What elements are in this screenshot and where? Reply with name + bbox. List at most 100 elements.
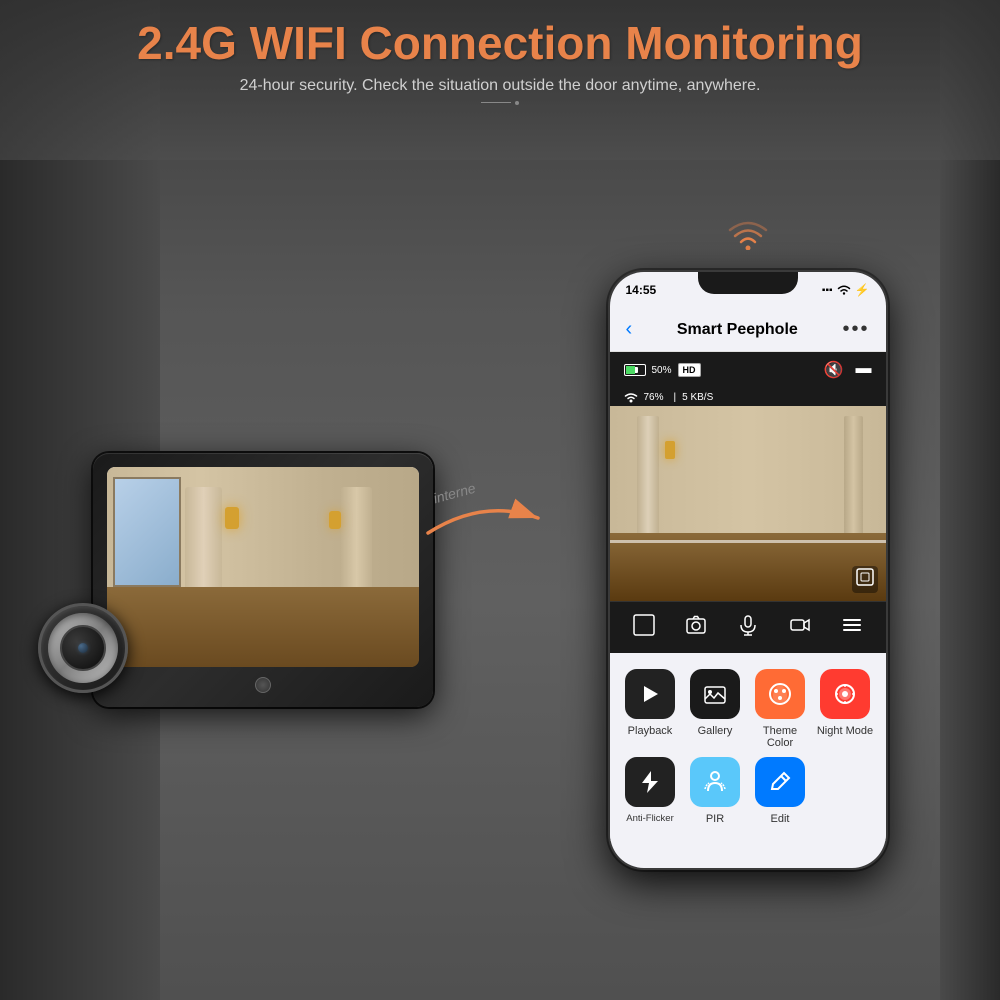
porch-lamp-left	[225, 507, 239, 529]
person-icon	[702, 769, 728, 795]
phone-container: 14:55 ▪▪▪ ⚡	[608, 270, 888, 870]
wifi-status-icon	[837, 283, 851, 298]
pir-icon-btn	[690, 757, 740, 807]
app-title: Smart Peephole	[677, 321, 798, 339]
pir-label: PIR	[706, 813, 724, 825]
menu-btn[interactable]	[841, 614, 863, 641]
night-mode-icon-btn	[820, 669, 870, 719]
main-title: 2.4G WIFI Connection Monitoring	[0, 18, 1000, 69]
playback-label: Playback	[628, 725, 673, 737]
signal-bars-icon: ▪▪▪	[822, 285, 833, 296]
camera-lens-outer	[38, 603, 128, 693]
screenshot-btn[interactable]	[685, 614, 707, 641]
device-bottom	[107, 677, 419, 693]
app-functions-row2: Anti-Flicker	[610, 757, 886, 841]
wifi-icon-large	[728, 220, 768, 250]
func-night-mode[interactable]: Night Mode	[817, 669, 874, 749]
phone-status-bar: 14:55 ▪▪▪ ⚡	[610, 272, 886, 308]
app-toolbar: 50% HD 🔇 ▬	[610, 352, 886, 388]
phone-status-icons: ▪▪▪ ⚡	[822, 283, 870, 298]
fullscreen-button[interactable]	[852, 566, 878, 593]
phone-screen: ‹ Smart Peephole ••• 50% HD	[610, 308, 886, 868]
porch-window	[113, 477, 182, 587]
palette-icon	[767, 681, 793, 707]
device-body	[93, 453, 433, 707]
header-section: 2.4G WIFI Connection Monitoring 24-hour …	[0, 0, 1000, 160]
func-edit[interactable]: Edit	[752, 757, 809, 825]
battery-tip	[635, 367, 638, 373]
porch-lamp-right	[329, 511, 341, 529]
edit-label: Edit	[771, 813, 790, 825]
hd-badge: HD	[678, 363, 701, 377]
record-btn[interactable]	[789, 614, 811, 641]
camera-lens-ring	[48, 613, 118, 683]
phone-time: 14:55	[626, 283, 657, 297]
mute-icon[interactable]: 🔇	[824, 360, 844, 380]
sep-dot	[515, 101, 519, 105]
theme-color-icon-btn	[755, 669, 805, 719]
pencil-icon	[767, 769, 793, 795]
battery-body	[624, 364, 646, 376]
video-icon	[789, 614, 811, 636]
func-theme-color[interactable]: Theme Color	[752, 669, 809, 749]
sub-title: 24-hour security. Check the situation ou…	[0, 77, 1000, 95]
camera-feed-scene	[610, 406, 886, 601]
playback-icon-btn	[625, 669, 675, 719]
device-screen	[107, 467, 419, 667]
wifi-above-phone	[728, 220, 768, 257]
back-button[interactable]: ‹	[626, 318, 633, 341]
app-controls	[610, 601, 886, 653]
feed-floor	[610, 533, 886, 601]
sep-line-left	[481, 102, 511, 104]
camera-lens-container	[38, 603, 128, 693]
func-pir[interactable]: PIR	[687, 757, 744, 825]
device-container: interne	[93, 453, 473, 707]
play-icon	[638, 682, 662, 706]
data-speed-value: 5 KB/S	[682, 392, 713, 403]
battery-percent: 50%	[652, 365, 672, 376]
mic-btn[interactable]	[737, 614, 759, 641]
gallery-icon-btn	[690, 669, 740, 719]
night-mode-label: Night Mode	[817, 725, 873, 737]
toolbar-right: 🔇 ▬	[824, 360, 872, 380]
gallery-label: Gallery	[698, 725, 733, 737]
porch-floor	[107, 587, 419, 667]
fullscreen-icon	[856, 568, 874, 586]
edit-icon-btn	[755, 757, 805, 807]
camera-lens-dot	[78, 643, 88, 653]
battery-indicator	[624, 364, 646, 376]
app-header: ‹ Smart Peephole •••	[610, 308, 886, 352]
anti-flicker-label: Anti-Flicker	[626, 813, 674, 824]
phone-notch	[698, 272, 798, 294]
func-anti-flicker[interactable]: Anti-Flicker	[622, 757, 679, 825]
porch-scene	[107, 467, 419, 667]
battery-fill	[626, 366, 635, 374]
screen-icon[interactable]: ▬	[856, 360, 872, 380]
more-button[interactable]: •••	[842, 318, 869, 341]
feed-lamp	[665, 441, 675, 459]
device-button-main[interactable]	[255, 677, 271, 693]
camera-icon	[685, 614, 707, 636]
content-area: interne	[0, 160, 1000, 1000]
gallery-icon	[703, 682, 727, 706]
feed-info-bar: 76% | 5 KB/S	[610, 388, 886, 406]
internet-arrow: interne	[423, 493, 543, 548]
func-gallery[interactable]: Gallery	[687, 669, 744, 749]
toolbar-left: 50% HD	[624, 363, 701, 377]
feed-railing	[610, 540, 886, 543]
mic-icon	[737, 614, 759, 636]
phone-body: 14:55 ▪▪▪ ⚡	[608, 270, 888, 870]
app-functions-row1: Playback Gallery	[610, 653, 886, 757]
data-speed: |	[674, 392, 677, 403]
expand-icon	[633, 614, 655, 636]
lightning-icon	[637, 769, 663, 795]
anti-flicker-icon-btn	[625, 757, 675, 807]
wifi-percent: 76%	[644, 392, 664, 403]
hamburger-icon	[841, 614, 863, 636]
fullscreen-ctrl-btn[interactable]	[633, 614, 655, 641]
theme-color-label: Theme Color	[752, 725, 809, 749]
camera-lens-inner	[60, 625, 106, 671]
header-separator	[0, 101, 1000, 105]
func-playback[interactable]: Playback	[622, 669, 679, 749]
battery-status-icon: ⚡	[855, 283, 870, 297]
